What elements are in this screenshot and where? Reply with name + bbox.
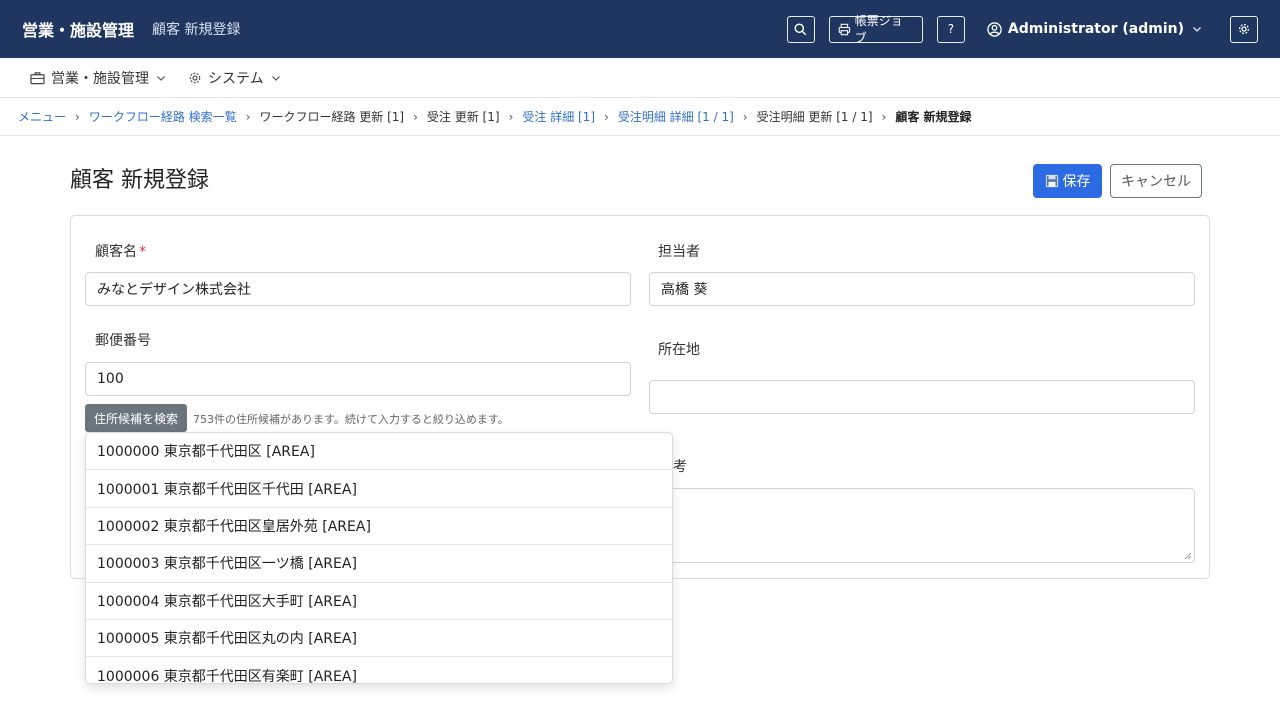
chevron-down-icon [157, 75, 165, 81]
address-label: 所在地 [658, 342, 700, 358]
menu-label: 営業・施設管理 [51, 70, 149, 87]
search-button[interactable] [786, 15, 815, 43]
address-suggestion-item[interactable]: 1000000 東京都千代田区 [AREA] [86, 433, 672, 471]
postal-code-input[interactable]: 100 [85, 362, 631, 396]
person-in-charge-input[interactable]: 高橋 葵 [649, 272, 1195, 306]
person-in-charge-label: 担当者 [658, 244, 700, 260]
user-circle-icon [987, 21, 1002, 37]
postal-code-label: 郵便番号 [95, 333, 151, 349]
page-title: 顧客 新規登録 [70, 168, 209, 193]
breadcrumb-order-detail[interactable]: 受注 詳細 [1] [522, 108, 595, 125]
customer-name-input[interactable]: みなとデザイン株式会社 [85, 272, 631, 306]
resize-handle-icon[interactable] [1184, 552, 1192, 560]
top-navbar: 営業・施設管理 顧客 新規登録 帳票ジョブ ? Administrator (a… [0, 0, 1280, 58]
help-button[interactable]: ? [936, 15, 965, 43]
breadcrumb-order-line-update: 受注明細 更新 [1 / 1] [756, 110, 873, 124]
user-menu[interactable]: Administrator (admin) [987, 21, 1208, 37]
save-button[interactable]: 保存 [1033, 164, 1102, 198]
search-icon [794, 22, 807, 35]
customer-name-label-text: 顧客名 [95, 244, 137, 260]
breadcrumb-workflow-route-list[interactable]: ワークフロー経路 検索一覧 [89, 108, 237, 125]
breadcrumb-order-line-detail[interactable]: 受注明細 詳細 [1 / 1] [618, 108, 734, 125]
breadcrumb-separator: › [413, 109, 418, 124]
breadcrumb-separator: › [881, 109, 887, 124]
report-job-label: 帳票ジョブ [854, 14, 903, 45]
breadcrumb-current: 顧客 新規登録 [895, 110, 972, 124]
breadcrumb-menu[interactable]: メニュー [18, 108, 66, 125]
menu-sales-facility[interactable]: 営業・施設管理 [30, 68, 166, 88]
menu-system[interactable]: システム [188, 68, 281, 88]
cancel-label: キャンセル [1121, 174, 1191, 190]
address-suggestion-item[interactable]: 1000003 東京都千代田区一ツ橋 [AREA] [86, 545, 672, 583]
customer-name-label: 顧客名 * [95, 241, 146, 261]
cancel-button[interactable]: キャンセル [1110, 164, 1202, 198]
header-page-subtitle: 顧客 新規登録 [152, 22, 241, 38]
printer-icon [838, 23, 851, 35]
settings-button[interactable] [1230, 15, 1258, 43]
chevron-down-icon [1193, 27, 1201, 32]
main-menu-bar: 営業・施設管理 システム [0, 58, 1280, 98]
save-label: 保存 [1062, 174, 1091, 190]
breadcrumb-separator: › [245, 109, 251, 124]
address-suggestion-item[interactable]: 1000001 東京都千代田区千代田 [AREA] [86, 470, 672, 508]
address-suggestion-item[interactable]: 1000004 東京都千代田区大手町 [AREA] [86, 583, 672, 620]
floppy-disk-icon [1045, 174, 1058, 188]
address-suggestion-item[interactable]: 1000005 東京都千代田区丸の内 [AREA] [86, 620, 672, 658]
breadcrumb-separator: › [75, 109, 80, 124]
breadcrumb-separator: › [508, 109, 514, 124]
user-label: Administrator (admin) [1007, 21, 1184, 37]
notes-label: 考 [673, 459, 687, 475]
address-suggestion-item[interactable]: 1000002 東京都千代田区皇居外苑 [AREA] [86, 508, 672, 546]
address-input[interactable] [649, 380, 1195, 414]
breadcrumb-separator: › [742, 109, 748, 124]
report-job-button[interactable]: 帳票ジョブ [828, 14, 923, 45]
breadcrumb-workflow-route-update: ワークフロー経路 更新 [1] [259, 110, 405, 124]
address-search-button[interactable]: 住所候補を検索 [85, 404, 187, 432]
notes-textarea[interactable] [649, 488, 1195, 563]
header-actions: 帳票ジョブ ? Administrator (admin) [786, 14, 1258, 45]
breadcrumb-separator: › [604, 109, 609, 124]
gear-icon [189, 72, 201, 83]
chevron-down-icon [271, 75, 280, 81]
app-brand[interactable]: 営業・施設管理 [22, 17, 134, 41]
required-mark: * [139, 244, 146, 260]
menu-label: システム [208, 70, 264, 87]
gear-icon [1239, 24, 1249, 34]
breadcrumb: メニュー › ワークフロー経路 検索一覧 › ワークフロー経路 更新 [1] ›… [0, 98, 1280, 136]
help-label: ? [947, 22, 955, 36]
briefcase-icon [30, 71, 45, 84]
address-suggestion-dropdown: 1000000 東京都千代田区 [AREA] 1000001 東京都千代田区千代… [85, 432, 673, 684]
breadcrumb-order-update: 受注 更新 [1] [426, 110, 500, 124]
address-suggestion-item[interactable]: 1000006 東京都千代田区有楽町 [AREA] [86, 657, 672, 683]
address-hint-text: 753件の住所候補があります。続けて入力すると絞り込めます。 [193, 413, 509, 426]
